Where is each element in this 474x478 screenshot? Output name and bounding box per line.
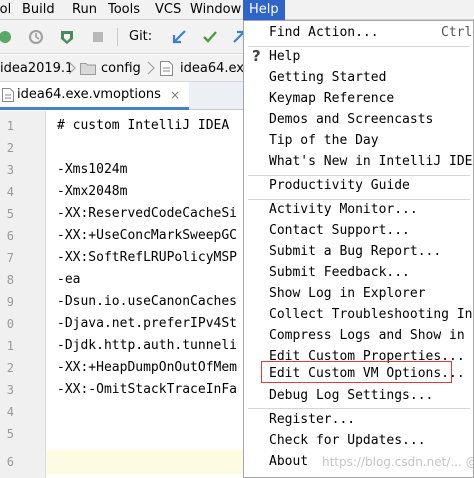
- menu-item-getting-started[interactable]: Getting Started: [269, 67, 386, 88]
- file-icon: [160, 61, 173, 76]
- line-number: 5: [6, 427, 14, 441]
- find-action-shortcut: Ctrl+: [441, 25, 473, 40]
- toolbar-separator: [117, 28, 118, 46]
- menu-item-help[interactable]: Help: [269, 46, 300, 67]
- stop-icon[interactable]: [89, 28, 107, 46]
- code-line: -Djdk.http.auth.tunneli: [57, 338, 238, 353]
- highlight-annotation-box: [261, 361, 452, 383]
- line-number: 6: [6, 455, 14, 469]
- code-line: -XX:-OmitStackTraceInFa: [57, 382, 238, 397]
- menu-item-tip-of-day[interactable]: Tip of the Day: [269, 130, 379, 151]
- watermark: https://blog.csdn.net/... @51CTO博客: [322, 455, 473, 469]
- breadcrumb-file[interactable]: idea64.exe: [180, 55, 252, 82]
- menu-item-compress-logs[interactable]: Compress Logs and Show in Exp: [269, 325, 473, 346]
- code-line: -XX:ReservedCodeCacheSi: [57, 206, 238, 221]
- editor-tab[interactable]: idea64.exe.vmoptions ×: [0, 82, 189, 110]
- line-number: 3: [6, 163, 14, 177]
- menu-window[interactable]: Window: [190, 0, 241, 20]
- menu-item-demos[interactable]: Demos and Screencasts: [269, 109, 433, 130]
- menu-item-find-action[interactable]: Find Action...: [269, 22, 379, 43]
- menu-item-keymap-reference[interactable]: Keymap Reference: [269, 88, 394, 109]
- code-line: # custom IntelliJ IDEA: [57, 118, 230, 133]
- line-number: 1: [6, 119, 14, 133]
- code-line: -Xms1024m: [57, 162, 128, 177]
- line-number: 2: [6, 361, 14, 375]
- breadcrumb-config[interactable]: config: [101, 55, 141, 82]
- line-number: 7: [6, 251, 14, 265]
- line-number-gutter: 1 2 3 4 5 6 7 8 9 0 1 2 3 4 5 6: [0, 111, 46, 478]
- menu-item-debug-log[interactable]: Debug Log Settings...: [269, 385, 433, 406]
- menu-item-productivity-guide[interactable]: Productivity Guide: [269, 175, 410, 196]
- menu-build[interactable]: Build: [22, 0, 55, 20]
- profiler-icon[interactable]: [27, 28, 45, 46]
- menu-item-submit-bug[interactable]: Submit a Bug Report...: [269, 241, 441, 262]
- menu-run[interactable]: Run: [72, 0, 97, 20]
- menu-vcs[interactable]: VCS: [155, 0, 181, 20]
- debug-icon[interactable]: [0, 28, 14, 46]
- menu-bar: Tool Build Run Tools VCS Window Help: [0, 0, 474, 20]
- coverage-icon[interactable]: [58, 28, 76, 46]
- line-number: 8: [6, 273, 14, 287]
- line-number: 9: [6, 295, 14, 309]
- menu-tools[interactable]: Tools: [108, 0, 140, 20]
- code-line: -ea: [57, 272, 81, 287]
- menu-help[interactable]: Help: [243, 0, 285, 20]
- git-label: Git:: [129, 29, 153, 44]
- code-line: -Xmx2048m: [57, 184, 128, 199]
- code-line: -XX:SoftRefLRUPolicyMSP: [57, 250, 238, 265]
- line-number: 6: [6, 229, 14, 243]
- code-line: -Djava.net.preferIPv4St: [57, 316, 238, 331]
- code-line: -XX:+HeapDumpOnOutOfMem: [57, 360, 238, 375]
- menu-item-check-updates[interactable]: Check for Updates...: [269, 430, 426, 451]
- file-icon: [2, 88, 14, 102]
- code-line: -Dsun.io.useCanonCaches: [57, 294, 238, 309]
- menu-item-about[interactable]: About: [269, 451, 308, 472]
- menu-item-contact-support[interactable]: Contact Support...: [269, 220, 410, 241]
- menu-tool[interactable]: Tool: [0, 0, 11, 20]
- git-update-icon[interactable]: [170, 28, 188, 46]
- menu-item-register[interactable]: Register...: [269, 409, 355, 430]
- help-icon: ?: [252, 47, 261, 65]
- menu-item-whats-new[interactable]: What's New in IntelliJ IDEA: [269, 151, 473, 172]
- line-number: 5: [6, 207, 14, 221]
- line-number: 4: [6, 405, 14, 419]
- line-number: 1: [6, 339, 14, 353]
- line-number: 0: [6, 317, 14, 331]
- menu-item-submit-feedback[interactable]: Submit Feedback...: [269, 262, 410, 283]
- git-commit-icon[interactable]: [201, 28, 219, 46]
- menu-item-activity-monitor[interactable]: Activity Monitor...: [269, 199, 418, 220]
- chevron-right-icon: [147, 61, 155, 75]
- chevron-right-icon: [68, 61, 76, 75]
- help-menu-dropdown: Find Action... Ctrl+ ? Help Getting Star…: [243, 20, 474, 478]
- menu-item-show-log[interactable]: Show Log in Explorer: [269, 283, 426, 304]
- folder-icon: [80, 63, 96, 75]
- editor-tab-label: idea64.exe.vmoptions: [17, 87, 161, 102]
- close-icon[interactable]: ×: [170, 82, 180, 108]
- menu-item-collect-info[interactable]: Collect Troubleshooting Infor: [269, 304, 473, 325]
- breadcrumb-project[interactable]: idea2019.1: [0, 55, 73, 82]
- line-number: 4: [6, 185, 14, 199]
- line-number: 3: [6, 383, 14, 397]
- line-number: 2: [6, 141, 14, 155]
- code-line: -XX:+UseConcMarkSweepGC: [57, 228, 238, 243]
